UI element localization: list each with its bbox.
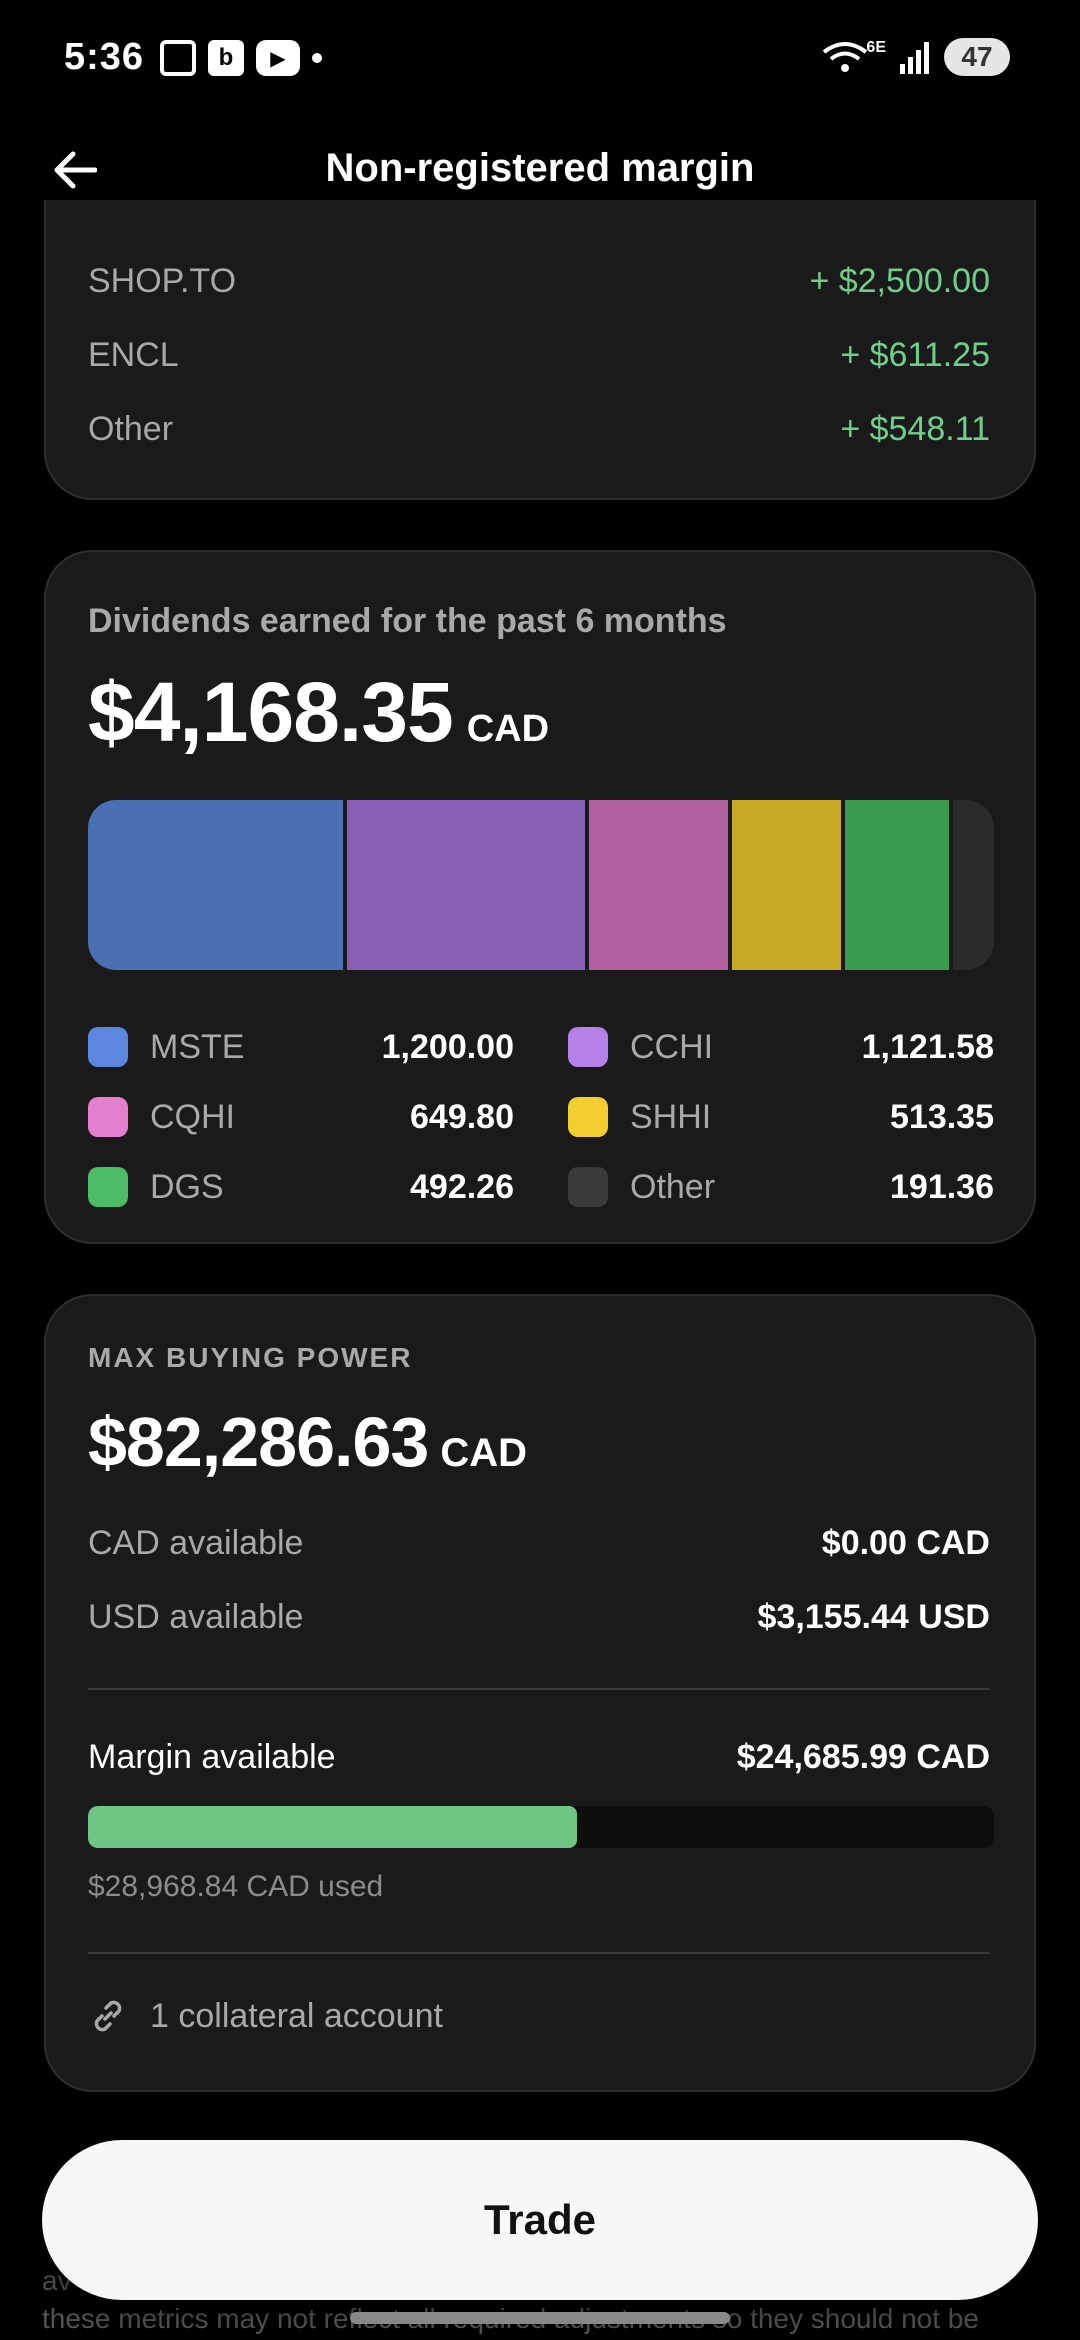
legend-swatch [88, 1097, 128, 1137]
legend-item: CQHI 649.80 [88, 1097, 568, 1137]
usd-available-row: USD available $3,155.44 USD [88, 1598, 990, 1637]
legend-symbol: MSTE [150, 1027, 245, 1066]
gain-value: + $548.11 [840, 410, 990, 448]
margin-progress-fill [88, 1806, 578, 1848]
cad-available-label: CAD available [88, 1524, 304, 1562]
legend-value: 191.36 [890, 1167, 994, 1206]
dividend-bar-segment [953, 800, 994, 970]
gain-value: + $2,500.00 [809, 262, 990, 300]
link-icon [94, 2000, 122, 2032]
battery-icon: 47 [944, 38, 1010, 76]
dividend-bar-segment [88, 800, 344, 970]
signal-icon [900, 42, 929, 74]
gain-value: + $611.25 [840, 336, 990, 374]
buying-power-amount: $82,286.63 [88, 1403, 429, 1481]
home-indicator[interactable] [350, 2312, 730, 2324]
gains-card: SHOP.TO + $2,500.00 ENCL + $611.25 Other… [44, 200, 1036, 500]
buying-power-currency: CAD [440, 1431, 528, 1475]
legend-swatch [568, 1097, 608, 1137]
dividends-legend: MSTE 1,200.00 CCHI 1,121.58 CQHI 649.80 … [88, 1012, 994, 1222]
collateral-text: 1 collateral account [150, 1996, 443, 2035]
legend-value: 649.80 [410, 1097, 514, 1136]
legend-swatch [568, 1167, 608, 1207]
dividends-bar [88, 800, 994, 970]
legend-swatch [88, 1167, 128, 1207]
margin-used-text: $28,968.84 CAD used [88, 1870, 384, 1903]
legend-row: DGS 492.26 Other 191.36 [88, 1152, 994, 1222]
legend-swatch [568, 1027, 608, 1067]
gain-symbol: SHOP.TO [88, 262, 237, 300]
dividend-bar-segment [731, 800, 841, 970]
divider [88, 1688, 990, 1690]
gain-row: ENCL + $611.25 [88, 336, 990, 375]
dividends-currency: CAD [466, 708, 550, 750]
dividend-bar-segment [589, 800, 728, 970]
dividends-title: Dividends earned for the past 6 months [88, 602, 727, 640]
cad-available-row: CAD available $0.00 CAD [88, 1524, 990, 1563]
legend-value: 492.26 [410, 1167, 514, 1206]
youtube-icon: ▶ [256, 40, 300, 76]
status-time: 5:36 [64, 36, 145, 78]
gain-row: SHOP.TO + $2,500.00 [88, 262, 990, 301]
screenshot-icon [160, 40, 196, 76]
buying-power-card: MAX BUYING POWER $82,286.63 CAD CAD avai… [44, 1294, 1036, 2092]
gain-symbol: ENCL [88, 336, 179, 374]
status-bar: 5:36 b ▶ 6E 47 [0, 0, 1080, 120]
divider [88, 1952, 990, 1954]
legend-item: CCHI 1,121.58 [568, 1027, 994, 1067]
network-type-label: 6E [866, 39, 886, 56]
dividends-total: $4,168.35 CAD [88, 664, 549, 761]
legend-symbol: SHHI [630, 1097, 712, 1136]
legend-item: Other 191.36 [568, 1167, 994, 1207]
legend-row: MSTE 1,200.00 CCHI 1,121.58 [88, 1012, 994, 1082]
margin-available-row: Margin available $24,685.99 CAD [88, 1738, 990, 1777]
legend-item: SHHI 513.35 [568, 1097, 994, 1137]
trade-button[interactable]: Trade [42, 2140, 1038, 2300]
margin-progress-bar [88, 1806, 994, 1848]
dividend-bar-segment [844, 800, 950, 970]
legend-symbol: CCHI [630, 1027, 714, 1066]
legend-value: 513.35 [890, 1097, 994, 1136]
usd-available-label: USD available [88, 1598, 304, 1636]
buying-power-label: MAX BUYING POWER [88, 1342, 413, 1373]
legend-row: CQHI 649.80 SHHI 513.35 [88, 1082, 994, 1152]
legend-symbol: CQHI [150, 1097, 235, 1136]
legend-symbol: DGS [150, 1167, 224, 1206]
dividend-bar-segment [347, 800, 586, 970]
notification-dot-icon [312, 53, 322, 63]
legend-value: 1,121.58 [861, 1027, 994, 1066]
usd-available-value: $3,155.44 USD [757, 1598, 991, 1636]
status-notification-icons: b ▶ [160, 40, 322, 76]
wifi-icon [823, 42, 868, 72]
legend-value: 1,200.00 [381, 1027, 514, 1066]
collateral-link[interactable]: 1 collateral account [88, 1996, 443, 2036]
margin-available-label: Margin available [88, 1738, 336, 1776]
margin-available-value: $24,685.99 CAD [736, 1738, 990, 1776]
page-title: Non-registered margin [325, 146, 755, 190]
b-app-icon: b [208, 40, 244, 76]
dividends-card[interactable]: Dividends earned for the past 6 months $… [44, 550, 1036, 1244]
gain-symbol: Other [88, 410, 174, 448]
status-system-icons: 6E 47 [822, 38, 1010, 76]
legend-item: DGS 492.26 [88, 1167, 568, 1207]
dividends-amount: $4,168.35 [88, 665, 454, 759]
gain-row: Other + $548.11 [88, 410, 990, 449]
legend-item: MSTE 1,200.00 [88, 1027, 568, 1067]
legend-symbol: Other [630, 1167, 716, 1206]
legend-swatch [88, 1027, 128, 1067]
cad-available-value: $0.00 CAD [821, 1524, 990, 1562]
buying-power-total: $82,286.63 CAD [88, 1402, 527, 1482]
